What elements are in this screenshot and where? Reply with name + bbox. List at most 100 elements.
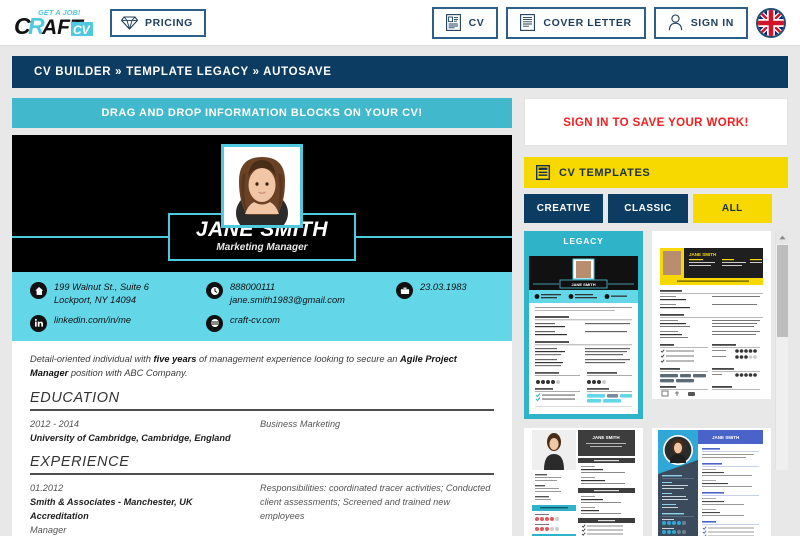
contact-birthdate[interactable]: 23.03.1983 xyxy=(396,281,496,299)
cv-contact-block[interactable]: 199 Walnut St., Suite 6 Lockport, NY 140… xyxy=(12,272,512,341)
cv-templates-header: CV TEMPLATES xyxy=(524,157,788,188)
diamond-icon xyxy=(121,15,138,30)
entry-organization: Smith & Associates - Manchester, UK Accr… xyxy=(30,497,193,521)
nav-sign-in-label: SIGN IN xyxy=(690,16,734,29)
education-entry[interactable]: 2012 - 2014 University of Cambridge, Cam… xyxy=(30,418,494,446)
template-filter-tabs: CREATIVE CLASSIC ALL xyxy=(524,194,788,223)
home-icon xyxy=(30,282,47,299)
nav-cv-button[interactable]: CV xyxy=(431,6,499,39)
address-line-2: Lockport, NY 14094 xyxy=(54,295,137,306)
header-actions: CV COVER LETTER SIGN IN xyxy=(431,6,786,39)
cv-editor-column: DRAG AND DROP INFORMATION BLOCKS ON YOUR… xyxy=(12,98,512,536)
cv-summary-block[interactable]: Detail-oriented individual with five yea… xyxy=(30,352,494,381)
avatar xyxy=(224,147,300,225)
template-card-2[interactable]: JANE SMITH xyxy=(652,231,771,419)
svg-text:JANE SMITH: JANE SMITH xyxy=(592,435,619,440)
section-title-experience: EXPERIENCE xyxy=(30,454,494,476)
template-card-legacy[interactable]: LEGACY JANE SMITH xyxy=(524,231,643,419)
sign-in-save-notice[interactable]: SIGN IN TO SAVE YOUR WORK! xyxy=(524,98,788,146)
contact-linkedin[interactable]: linkedin.com/in/me xyxy=(30,314,206,332)
svg-text:JANE SMITH: JANE SMITH xyxy=(712,435,739,440)
nav-cv-label: CV xyxy=(468,16,485,29)
experience-entry[interactable]: 01.2012 Smith & Associates - Manchester,… xyxy=(30,482,494,536)
cv-templates-label: CV TEMPLATES xyxy=(559,166,651,179)
entry-subtitle: Manager xyxy=(30,524,67,535)
globe-icon xyxy=(206,314,223,332)
sidebar-column: SIGN IN TO SAVE YOUR WORK! CV TEMPLATES … xyxy=(524,98,788,536)
template-preview-3: JANE SMITH xyxy=(524,428,643,536)
site-logo[interactable]: GET A JOB! C R AFT CV xyxy=(14,6,94,40)
nav-sign-in-button[interactable]: SIGN IN xyxy=(653,6,748,39)
pricing-label: PRICING xyxy=(145,16,193,29)
breadcrumb: CV BUILDER » TEMPLATE LEGACY » AUTOSAVE xyxy=(12,56,788,88)
content-columns: DRAG AND DROP INFORMATION BLOCKS ON YOUR… xyxy=(12,98,788,536)
phone-number: 888000111 xyxy=(230,282,276,292)
template-thumbnail-2[interactable]: JANE SMITH xyxy=(652,231,771,399)
entry-organization: University of Cambridge, Cambridge, Engl… xyxy=(30,432,231,443)
cv-profile-photo[interactable] xyxy=(221,144,303,228)
template-preview-4: JANE SMITH xyxy=(652,428,771,536)
cv-header-block[interactable]: JANE SMITH Marketing Manager xyxy=(12,135,512,272)
svg-text:CV: CV xyxy=(73,23,91,37)
contact-phone[interactable]: 888000111 jane.smith1983@gmail.com xyxy=(206,281,396,308)
tab-classic[interactable]: CLASSIC xyxy=(608,194,688,223)
drag-drop-banner: DRAG AND DROP INFORMATION BLOCKS ON YOUR… xyxy=(12,98,512,128)
template-thumbnail-4[interactable]: JANE SMITH xyxy=(652,428,771,536)
nav-cover-letter-button[interactable]: COVER LETTER xyxy=(506,6,646,39)
templates-icon xyxy=(536,165,550,180)
top-navigation-bar: GET A JOB! C R AFT CV PRICING CV COVER L… xyxy=(0,0,800,46)
entry-right: Responsibilities: coordinated tracer act… xyxy=(260,482,494,536)
cv-body: Detail-oriented individual with five yea… xyxy=(12,341,512,536)
template-card-4[interactable]: JANE SMITH xyxy=(652,428,771,536)
template-thumbnail-3[interactable]: JANE SMITH xyxy=(524,428,643,536)
contact-address-text: 199 Walnut St., Suite 6 Lockport, NY 140… xyxy=(54,281,149,308)
cv-document[interactable]: JANE SMITH Marketing Manager 199 Walnut … xyxy=(12,135,512,536)
nav-cover-letter-label: COVER LETTER xyxy=(543,16,632,29)
scroll-up-arrow-icon[interactable] xyxy=(776,231,788,244)
craft-cv-logo-icon: GET A JOB! C R AFT CV xyxy=(14,8,93,39)
contact-website-text: craft-cv.com xyxy=(230,314,280,325)
summary-part-1: Detail-oriented individual with xyxy=(30,353,154,364)
contact-column-birthdate: 23.03.1983 xyxy=(396,281,496,332)
letter-document-icon xyxy=(520,14,536,31)
name-rule-right xyxy=(356,236,512,239)
template-card-3[interactable]: JANE SMITH xyxy=(524,428,643,536)
union-jack-flag-icon xyxy=(758,9,784,36)
template-preview-2: JANE SMITH xyxy=(652,248,771,399)
email-address: jane.smith1983@gmail.com xyxy=(230,295,345,306)
briefcase-icon xyxy=(396,282,413,299)
contact-website[interactable]: craft-cv.com xyxy=(206,314,396,332)
template-preview-legacy: JANE SMITH xyxy=(529,256,638,414)
contact-phone-text: 888000111 jane.smith1983@gmail.com xyxy=(230,281,345,308)
language-selector-flag[interactable] xyxy=(756,7,786,38)
tab-creative[interactable]: CREATIVE xyxy=(524,194,604,223)
entry-date: 2012 - 2014 xyxy=(30,418,80,429)
contact-column-address: 199 Walnut St., Suite 6 Lockport, NY 140… xyxy=(30,281,206,332)
section-title-education: EDUCATION xyxy=(30,390,494,411)
address-line-1: 199 Walnut St., Suite 6 xyxy=(54,282,149,292)
pricing-button[interactable]: PRICING xyxy=(110,8,206,37)
templates-scrollbar[interactable] xyxy=(775,231,788,470)
contact-address[interactable]: 199 Walnut St., Suite 6 Lockport, NY 140… xyxy=(30,281,206,308)
templates-scroll-area: LEGACY JANE SMITH JANE SMITH JANE SMITH … xyxy=(524,231,788,536)
summary-part-3: position with ABC Company. xyxy=(68,368,188,379)
contact-birthdate-text: 23.03.1983 xyxy=(420,282,467,292)
sign-in-save-text: SIGN IN TO SAVE YOUR WORK! xyxy=(563,117,749,129)
contact-linkedin-text: linkedin.com/in/me xyxy=(54,314,131,325)
entry-description: Responsibilities: coordinated tracer act… xyxy=(260,483,491,521)
cv-role: Marketing Manager xyxy=(216,242,308,254)
user-person-icon xyxy=(668,14,682,31)
entry-description: Business Marketing xyxy=(260,418,341,429)
entry-date: 01.2012 xyxy=(30,483,64,494)
tab-all[interactable]: ALL xyxy=(692,194,772,223)
linkedin-icon xyxy=(30,314,47,332)
contact-column-phone: 888000111 jane.smith1983@gmail.com craft… xyxy=(206,281,396,332)
cv-document-icon xyxy=(445,14,461,31)
svg-text:JANE SMITH: JANE SMITH xyxy=(689,252,716,257)
entry-left: 2012 - 2014 University of Cambridge, Cam… xyxy=(30,418,260,446)
name-rule-left xyxy=(12,236,168,239)
scrollbar-thumb[interactable] xyxy=(777,245,788,337)
entry-right: Business Marketing xyxy=(260,418,494,446)
template-thumbnail-legacy[interactable]: JANE SMITH xyxy=(524,251,643,419)
entry-left: 01.2012 Smith & Associates - Manchester,… xyxy=(30,482,260,536)
